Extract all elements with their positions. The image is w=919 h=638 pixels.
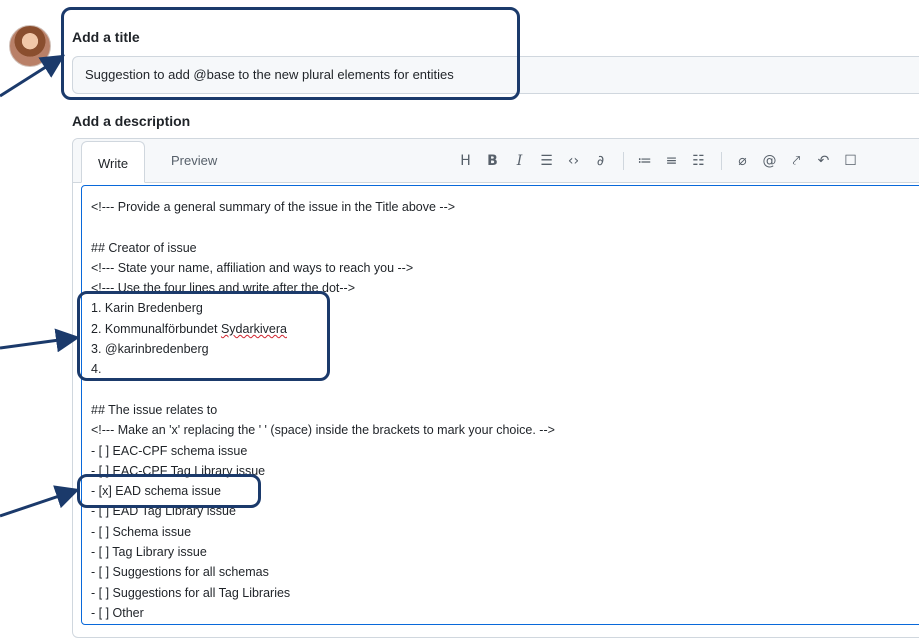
annotation-arrows — [0, 54, 80, 518]
title-arrow — [0, 54, 66, 98]
creator-arrow — [0, 328, 80, 353]
ead-schema-arrow — [0, 485, 80, 518]
